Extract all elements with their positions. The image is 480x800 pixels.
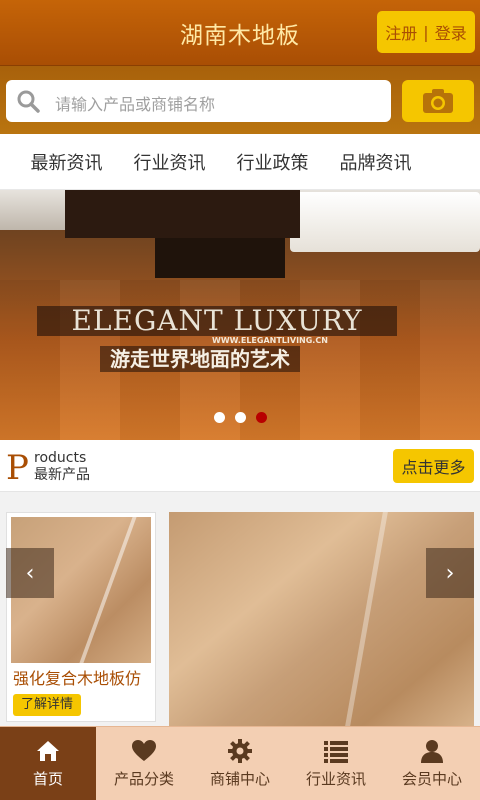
tab-label: 行业资讯 [305,770,366,788]
heart-icon [132,740,156,761]
carousel-prev-button[interactable]: ‹ [6,548,54,598]
tab-label: 首页 [32,770,63,788]
search-icon [17,90,40,113]
nav-item-industry-news[interactable]: 行业资讯 [118,149,221,175]
tab-label: 商铺中心 [209,770,270,788]
banner-table [65,190,300,238]
products-big-letter: P [6,448,29,488]
tab-label: 产品分类 [113,770,174,788]
products-section-header: P roducts 最新产品 点击更多 [0,440,480,492]
nav-item-latest-news[interactable]: 最新资讯 [15,149,118,175]
camera-button[interactable] [402,80,474,122]
products-label-en: roducts [34,450,87,466]
carousel-dot-2[interactable] [234,412,246,423]
carousel-dots [0,412,480,423]
tab-member-center[interactable]: 会员中心 [384,727,480,800]
product-card-image-large[interactable] [169,512,474,726]
banner-carousel[interactable]: ELEGANT LUXURY WWW.ELEGANTLIVING.CN 游走世界… [0,190,480,440]
search-input[interactable]: 请输入产品或商铺名称 [6,80,391,122]
bottom-tab-bar: 首页 产品分类 商铺中心 行业资讯 会员中心 [0,726,480,800]
tab-industry-news[interactable]: 行业资讯 [288,727,384,800]
banner-table-base [155,238,285,278]
user-icon [421,740,443,763]
tab-shop-center[interactable]: 商铺中心 [192,727,288,800]
home-icon [37,741,59,761]
product-name: 强化复合木地板仿 [13,669,142,688]
tab-home[interactable]: 首页 [0,727,96,800]
carousel-next-button[interactable]: › [426,548,474,598]
banner-sofa [290,192,480,252]
banner-headline: ELEGANT LUXURY [37,306,397,336]
gear-icon [228,739,252,763]
carousel-dot-3[interactable] [255,412,267,423]
tab-label: 会员中心 [401,770,462,788]
category-nav: 最新资讯 行业资讯 行业政策 品牌资讯 [0,134,480,190]
chevron-left-icon: ‹ [25,560,35,586]
search-placeholder: 请输入产品或商铺名称 [55,95,216,114]
products-label-cn: 最新产品 [34,467,90,483]
more-products-button[interactable]: 点击更多 [393,449,474,483]
list-icon [324,741,348,763]
nav-item-industry-policy[interactable]: 行业政策 [221,149,324,175]
products-carousel: 强化复合木地板仿 了解详情 ‹ › [0,492,480,726]
nav-item-brand-news[interactable]: 品牌资讯 [324,149,427,175]
product-detail-button[interactable]: 了解详情 [13,694,81,716]
register-button[interactable]: 注册 [382,20,420,44]
tab-product-categories[interactable]: 产品分类 [96,727,192,800]
banner-slogan: 游走世界地面的艺术 [100,346,300,372]
login-button[interactable]: 登录 [432,20,470,44]
products-label: roducts 最新产品 [34,450,90,484]
auth-buttons: 注册 | 登录 [377,11,475,53]
auth-divider: | [423,22,429,42]
chevron-right-icon: › [445,560,455,586]
product-card[interactable]: 强化复合木地板仿 了解详情 [6,512,156,722]
camera-icon [423,89,453,113]
banner-url: WWW.ELEGANTLIVING.CN [212,336,328,345]
search-bar: 请输入产品或商铺名称 [0,66,480,134]
carousel-dot-1[interactable] [213,412,225,423]
app-header: 湖南木地板 注册 | 登录 [0,0,480,66]
